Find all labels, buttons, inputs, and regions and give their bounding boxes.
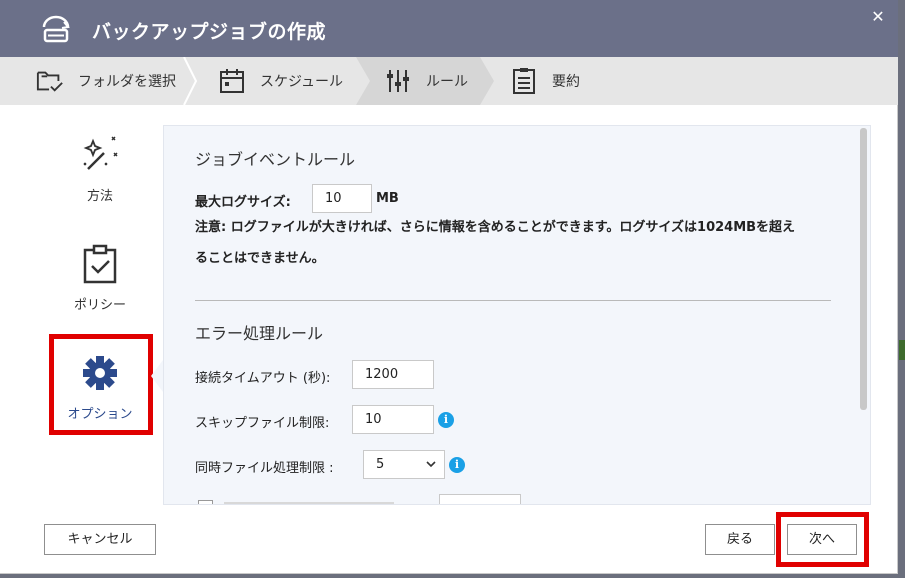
select-value: 5 (376, 457, 385, 472)
nav-method-label: 方法 (86, 189, 113, 204)
skip-limit-input[interactable]: 10 (352, 405, 434, 434)
log-note-line2: ることはできません。 (195, 251, 325, 266)
calendar-icon (218, 67, 246, 95)
checkbox[interactable] (198, 500, 213, 504)
error-rules-title: エラー処理ルール (195, 324, 324, 343)
info-icon[interactable]: i (438, 412, 454, 428)
sliders-icon (384, 67, 412, 95)
backup-drive-icon (42, 15, 70, 43)
chevron-down-icon (426, 461, 436, 468)
title-bar: バックアップジョブの作成 ✕ (0, 0, 898, 57)
clipboard-list-icon (510, 67, 538, 95)
nav-pointer (151, 360, 163, 392)
dialog-window: バックアップジョブの作成 ✕ フォルダを選択 スケジュール ルール 要約 方法 … (0, 0, 898, 574)
cancel-button[interactable]: キャンセル (44, 524, 156, 555)
step-separator (183, 57, 198, 105)
skip-limit-label: スキップファイル制限: (195, 416, 330, 431)
concurrent-limit-label: 同時ファイル処理制限 : (195, 461, 334, 476)
step-select-folder: フォルダを選択 (36, 57, 176, 105)
folder-check-icon (36, 67, 64, 95)
max-log-unit: MB (376, 191, 399, 206)
info-icon[interactable]: i (449, 457, 465, 473)
max-log-label: 最大ログサイズ: (195, 195, 291, 210)
background-fragment (899, 340, 905, 360)
options-panel: ジョブイベントルール 最大ログサイズ: 10 MB 注意: ログファイルが大きけ… (163, 125, 871, 505)
wizard-steps: フォルダを選択 スケジュール ルール 要約 (0, 57, 898, 105)
nav-policy-label: ポリシー (73, 298, 126, 313)
highlight-options (49, 334, 153, 435)
back-button[interactable]: 戻る (705, 524, 775, 555)
magic-wand-icon (83, 136, 118, 170)
step-schedule: スケジュール (218, 57, 343, 105)
step-label: フォルダを選択 (78, 74, 176, 90)
close-button[interactable]: ✕ (870, 9, 886, 25)
step-label: ルール (426, 74, 468, 90)
step-label: 要約 (552, 74, 580, 90)
panel-scrollbar[interactable] (860, 128, 867, 410)
step-summary: 要約 (510, 57, 580, 105)
highlight-next (776, 512, 869, 567)
max-log-input[interactable]: 10 (312, 184, 372, 213)
nav-method[interactable]: 方法 (40, 135, 160, 204)
log-note-line1: 注意: ログファイルが大きければ、さらに情報を含めることができます。ログサイズは… (195, 220, 796, 235)
partially-hidden-input[interactable] (439, 494, 521, 504)
step-rules: ルール (384, 57, 468, 105)
section-divider (195, 300, 831, 301)
job-event-rules-title: ジョブイベントルール (195, 150, 356, 169)
clipboard-check-icon (83, 244, 117, 284)
timeout-label: 接続タイムアウト (秒): (195, 371, 331, 386)
timeout-input[interactable]: 1200 (352, 360, 434, 389)
dialog-title: バックアップジョブの作成 (92, 21, 327, 43)
concurrent-limit-select[interactable]: 5 (363, 450, 445, 479)
partially-hidden-label (224, 502, 394, 504)
step-label: スケジュール (260, 74, 344, 90)
nav-policy[interactable]: ポリシー (40, 244, 160, 313)
